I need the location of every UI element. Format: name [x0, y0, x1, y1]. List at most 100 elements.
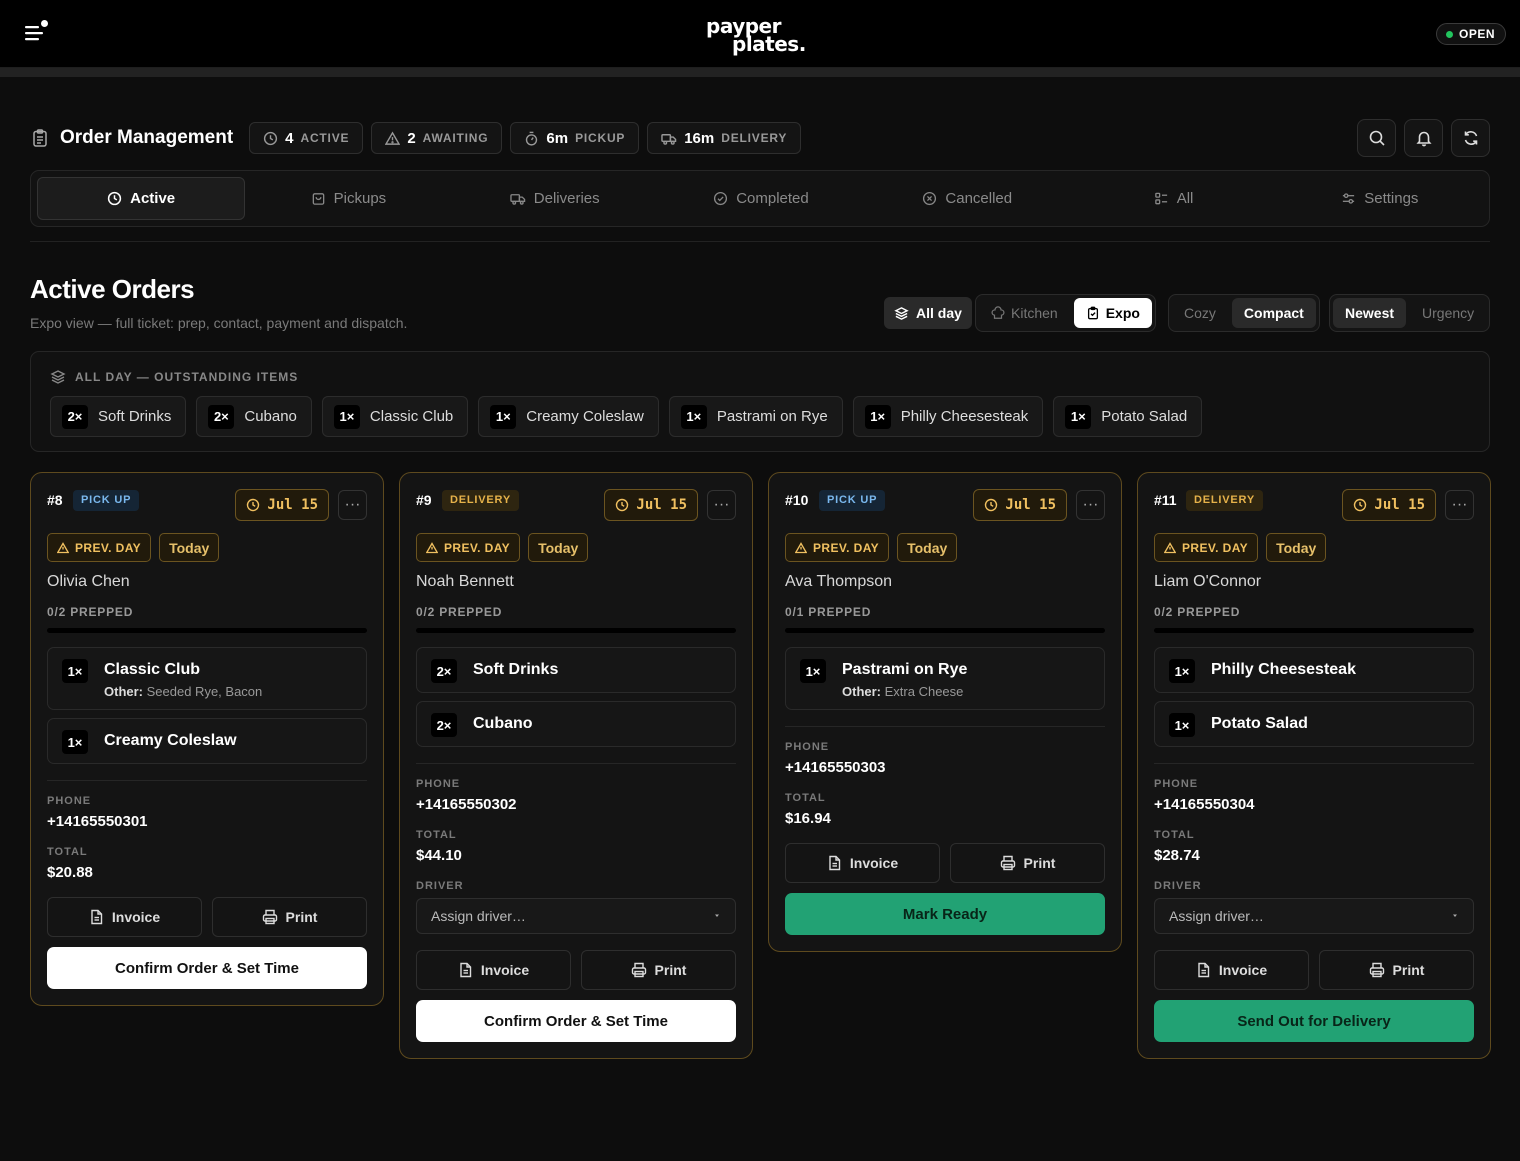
order-card-header: #10 PICK UP Jul 15 ··· — [785, 473, 1105, 533]
bag-icon — [311, 191, 326, 206]
print-button[interactable]: Print — [950, 843, 1105, 883]
order-type-badge: PICK UP — [819, 490, 886, 511]
order-card: #9 DELIVERY Jul 15 ··· PREV. DAY Today N… — [399, 472, 753, 1059]
station-expo[interactable]: Expo — [1073, 298, 1152, 328]
print-button[interactable]: Print — [212, 897, 367, 937]
caret-down-icon — [713, 913, 721, 919]
tab-pickups[interactable]: Pickups — [245, 177, 451, 220]
tab-deliveries[interactable]: Deliveries — [452, 177, 658, 220]
prev-day-badge: PREV. DAY — [47, 533, 152, 562]
prev-day-badge: PREV. DAY — [785, 533, 890, 562]
order-item: 1× Creamy Coleslaw — [47, 718, 367, 764]
refresh-button[interactable] — [1451, 119, 1490, 157]
tab-active[interactable]: Active — [37, 177, 246, 220]
order-number: #10 — [785, 492, 809, 508]
order-actions: Invoice Print — [1154, 950, 1474, 990]
station-toggle: Kitchen Expo — [975, 294, 1156, 332]
page-title: Order Management — [30, 127, 233, 149]
notification-dot — [41, 20, 48, 27]
all-day-chip: 1× Philly Cheesesteak — [852, 396, 1044, 437]
invoice-button[interactable]: Invoice — [416, 950, 571, 990]
warning-icon — [426, 541, 438, 554]
customer-phone: +14165550301 — [47, 813, 148, 830]
ellipsis-icon: ··· — [1451, 496, 1468, 513]
all-day-chip: 2× Cubano — [196, 396, 312, 437]
order-time-button[interactable]: Jul 15 — [1342, 489, 1436, 521]
clock-icon — [1353, 498, 1367, 512]
search-button[interactable] — [1357, 119, 1396, 157]
order-item: 1× Classic Club Other: Seeded Rye, Bacon — [47, 647, 367, 710]
document-icon — [1196, 962, 1211, 978]
density-toggle: Cozy Compact — [1168, 294, 1320, 332]
driver-select[interactable]: Assign driver… — [416, 898, 736, 934]
order-time-button[interactable]: Jul 15 — [604, 489, 698, 521]
density-compact[interactable]: Compact — [1231, 298, 1316, 328]
driver-select[interactable]: Assign driver… — [1154, 898, 1474, 934]
sort-newest[interactable]: Newest — [1333, 298, 1407, 328]
x-circle-icon — [922, 191, 937, 206]
order-card-header: #8 PICK UP Jul 15 ··· — [47, 473, 367, 533]
mark-ready-button[interactable]: Mark Ready — [785, 893, 1105, 935]
customer-name: Olivia Chen — [47, 573, 130, 590]
confirm-order-button[interactable]: Confirm Order & Set Time — [47, 947, 367, 989]
stat-delivery: 16m DELIVERY — [647, 122, 802, 154]
station-kitchen[interactable]: Kitchen — [979, 298, 1070, 328]
all-day-chip: 1× Classic Club — [321, 396, 469, 437]
send-out-delivery-button[interactable]: Send Out for Delivery — [1154, 1000, 1474, 1042]
density-cozy[interactable]: Cozy — [1172, 298, 1228, 328]
more-options-button[interactable]: ··· — [338, 490, 367, 520]
customer-phone: +14165550304 — [1154, 796, 1255, 813]
today-badge: Today — [1266, 533, 1327, 562]
tab-cancelled[interactable]: Cancelled — [864, 177, 1070, 220]
menu-icon[interactable] — [22, 20, 50, 46]
layers-icon — [50, 369, 66, 385]
refresh-icon — [1462, 129, 1480, 147]
all-day-chip: 1× Potato Salad — [1053, 396, 1203, 437]
order-time-button[interactable]: Jul 15 — [973, 489, 1067, 521]
warning-icon — [57, 541, 69, 554]
today-badge: Today — [528, 533, 589, 562]
chef-hat-icon — [991, 306, 1005, 320]
tab-completed[interactable]: Completed — [658, 177, 864, 220]
stat-active: 4 ACTIVE — [249, 122, 364, 154]
invoice-button[interactable]: Invoice — [785, 843, 940, 883]
notifications-button[interactable] — [1404, 119, 1443, 157]
all-day-panel: ALL DAY — OUTSTANDING ITEMS 2× Soft Drink… — [30, 351, 1490, 452]
document-icon — [827, 855, 842, 871]
order-type-badge: DELIVERY — [1186, 490, 1264, 511]
prev-day-badge: PREV. DAY — [416, 533, 521, 562]
order-actions: Invoice Print — [785, 843, 1105, 883]
order-time-button[interactable]: Jul 15 — [235, 489, 329, 521]
all-day-toggle[interactable]: All day — [884, 297, 972, 329]
invoice-button[interactable]: Invoice — [1154, 950, 1309, 990]
invoice-button[interactable]: Invoice — [47, 897, 202, 937]
customer-name: Ava Thompson — [785, 573, 893, 590]
order-number: #9 — [416, 492, 432, 508]
order-actions: Invoice Print — [47, 897, 367, 937]
search-icon — [1368, 129, 1386, 147]
tab-all[interactable]: All — [1070, 177, 1276, 220]
all-day-chip: 1× Creamy Coleslaw — [478, 396, 659, 437]
printer-icon — [262, 909, 278, 925]
today-badge: Today — [897, 533, 958, 562]
print-button[interactable]: Print — [581, 950, 736, 990]
truck-icon — [510, 191, 526, 206]
confirm-order-button[interactable]: Confirm Order & Set Time — [416, 1000, 736, 1042]
more-options-button[interactable]: ··· — [707, 490, 736, 520]
order-card-header: #9 DELIVERY Jul 15 ··· — [416, 473, 736, 533]
section-subtitle: Expo view — full ticket: prep, contact, … — [30, 315, 408, 331]
print-button[interactable]: Print — [1319, 950, 1474, 990]
tab-settings[interactable]: Settings — [1277, 177, 1483, 220]
more-options-button[interactable]: ··· — [1445, 490, 1474, 520]
sort-toggle: Newest Urgency — [1329, 294, 1491, 332]
top-bar: payper plates. OPEN — [0, 0, 1520, 68]
document-icon — [89, 909, 104, 925]
order-card: #11 DELIVERY Jul 15 ··· PREV. DAY Today … — [1137, 472, 1491, 1059]
page-header: Order Management 4 ACTIVE 2 AWAITING 6m PIC… — [30, 122, 802, 154]
order-flags: PREV. DAY Today — [416, 533, 736, 563]
list-icon — [1154, 191, 1169, 206]
customer-phone: +14165550302 — [416, 796, 517, 813]
sort-urgency[interactable]: Urgency — [1410, 298, 1486, 328]
prep-status: 0/1 PREPPED — [785, 605, 872, 619]
more-options-button[interactable]: ··· — [1076, 490, 1105, 520]
